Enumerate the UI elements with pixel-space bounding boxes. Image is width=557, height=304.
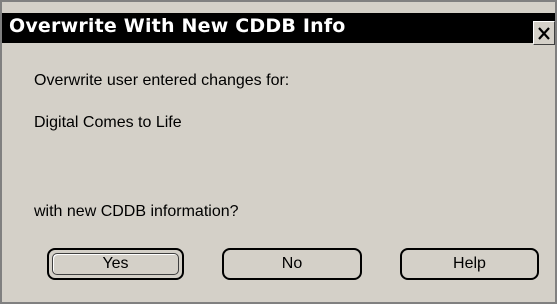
overwrite-cddb-dialog: Overwrite With New CDDB Info Overwrite u… — [0, 0, 557, 304]
title-bar[interactable]: Overwrite With New CDDB Info — [2, 13, 555, 45]
close-button[interactable] — [533, 21, 555, 45]
album-title: Digital Comes to Life — [34, 114, 182, 131]
help-button-label: Help — [453, 255, 486, 272]
yes-button-label: Yes — [102, 255, 129, 272]
no-button-label: No — [281, 255, 303, 272]
yes-button[interactable]: Yes — [47, 248, 184, 280]
no-button[interactable]: No — [222, 248, 362, 280]
prompt-question: with new CDDB information? — [34, 203, 239, 220]
window-title: Overwrite With New CDDB Info — [9, 15, 346, 37]
prompt-text: Overwrite user entered changes for: — [34, 72, 290, 89]
close-icon — [538, 27, 550, 40]
help-button[interactable]: Help — [400, 248, 539, 280]
